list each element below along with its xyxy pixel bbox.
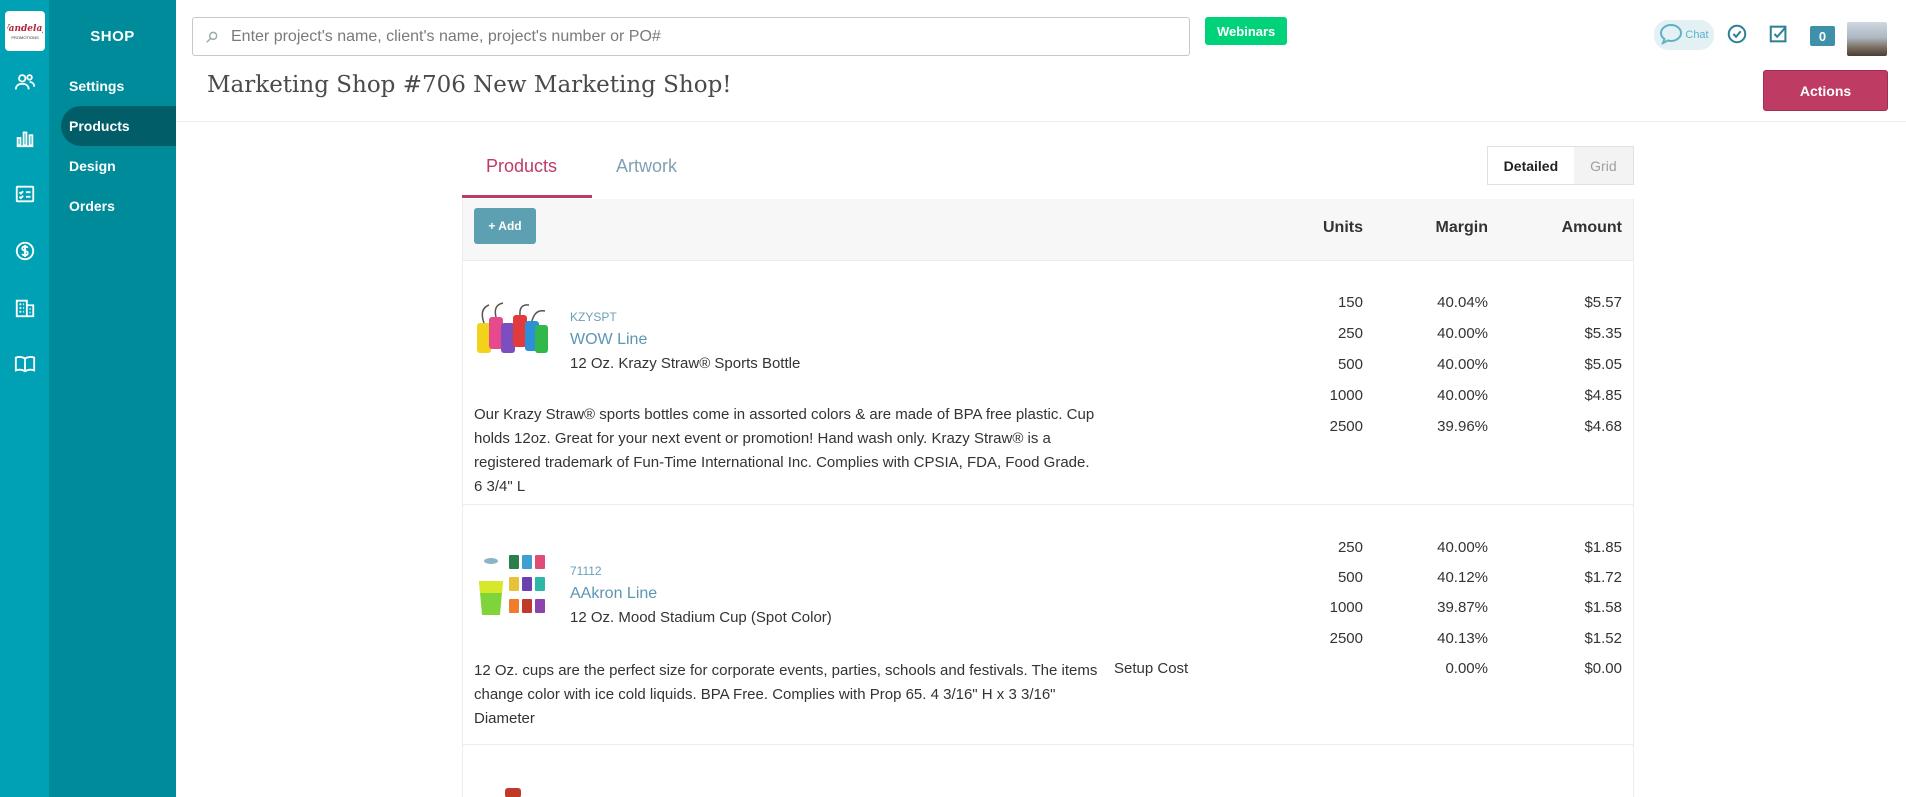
products-table: + Add Units Margin Amount KZYSPT WOW Lin…: [462, 199, 1634, 797]
price-amount: $1.58: [1584, 599, 1622, 616]
units-header: Units: [1323, 219, 1363, 236]
margin-header: Margin: [1435, 219, 1488, 236]
building-icon[interactable]: [13, 296, 37, 320]
view-toggle: Detailed Grid: [1487, 146, 1634, 185]
price-amount: $4.85: [1584, 387, 1622, 404]
price-margin: 40.00%: [1437, 539, 1488, 556]
header-divider: [176, 121, 1906, 122]
table-header: + Add Units Margin Amount: [463, 199, 1633, 261]
price-margin: 40.12%: [1437, 569, 1488, 586]
price-margin: 40.04%: [1437, 294, 1488, 311]
price-units: 2500: [1329, 418, 1363, 435]
company-logo[interactable]: Vandelay PROMOTIONS: [5, 11, 45, 51]
global-search: [192, 17, 1190, 56]
chat-label: Chat: [1685, 29, 1709, 41]
price-margin: 40.00%: [1437, 325, 1488, 342]
product-line-link[interactable]: WOW Line: [570, 331, 647, 349]
actions-button[interactable]: Actions: [1763, 70, 1888, 111]
search-input[interactable]: [231, 27, 1171, 46]
checklist-icon[interactable]: [13, 182, 37, 206]
price-units: 1000: [1329, 387, 1363, 404]
tab-products[interactable]: Products: [486, 156, 557, 177]
search-icon: [193, 30, 231, 44]
price-margin: 40.00%: [1437, 387, 1488, 404]
product-image[interactable]: [475, 785, 551, 797]
dollar-icon[interactable]: [13, 239, 37, 263]
price-units: 500: [1337, 569, 1363, 586]
webinars-button[interactable]: Webinars: [1205, 17, 1288, 45]
add-product-button[interactable]: + Add: [474, 208, 536, 244]
price-margin: 40.13%: [1437, 630, 1488, 647]
subnav-item-orders[interactable]: Orders: [61, 186, 176, 226]
bar-chart-icon[interactable]: [13, 126, 37, 150]
view-detailed-button[interactable]: Detailed: [1488, 147, 1574, 184]
price-units: 150: [1337, 294, 1363, 311]
shop-subnav: SHOP Settings Products Design Orders: [49, 0, 176, 797]
users-icon[interactable]: [13, 70, 37, 94]
chat-button[interactable]: Chat: [1654, 20, 1714, 50]
subnav-item-design[interactable]: Design: [61, 146, 176, 186]
price-amount: $5.57: [1584, 294, 1622, 311]
subnav-title: SHOP: [90, 28, 135, 45]
product-line-link[interactable]: AAkron Line: [570, 585, 657, 603]
price-amount: $4.68: [1584, 418, 1622, 435]
task-list-icon[interactable]: [1768, 23, 1790, 45]
price-margin: 39.87%: [1437, 599, 1488, 616]
price-amount: $1.72: [1584, 569, 1622, 586]
price-units: 1000: [1329, 599, 1363, 616]
amount-header: Amount: [1561, 219, 1622, 236]
price-units: 2500: [1329, 630, 1363, 647]
product-description: Our Krazy Straw® sports bottles come in …: [474, 406, 1095, 495]
svg-text:Vandelay: Vandelay: [7, 24, 43, 34]
product-description: 12 Oz. cups are the perfect size for cor…: [474, 662, 1098, 727]
subnav-item-settings[interactable]: Settings: [61, 66, 176, 106]
book-icon[interactable]: [13, 352, 37, 376]
price-amount: $5.35: [1584, 325, 1622, 342]
svg-text:PROMOTIONS: PROMOTIONS: [11, 35, 39, 40]
notification-badge[interactable]: 0: [1810, 26, 1835, 46]
product-image[interactable]: [475, 301, 551, 367]
price-units: 500: [1337, 356, 1363, 373]
setup-cost-amount: $0.00: [1584, 660, 1622, 677]
view-grid-button[interactable]: Grid: [1574, 147, 1633, 184]
tab-artwork[interactable]: Artwork: [616, 156, 677, 177]
price-units: 250: [1337, 539, 1363, 556]
price-amount: $5.05: [1584, 356, 1622, 373]
active-tab-indicator: [462, 195, 592, 198]
setup-cost-label: Setup Cost: [1114, 660, 1189, 677]
icon-rail: Vandelay PROMOTIONS: [0, 0, 49, 797]
price-amount: $1.85: [1584, 539, 1622, 556]
product-image[interactable]: [475, 553, 551, 619]
clock-check-icon[interactable]: [1726, 23, 1748, 45]
user-avatar[interactable]: [1847, 22, 1887, 56]
chat-bubble-icon: [1659, 23, 1683, 48]
price-units: 250: [1337, 325, 1363, 342]
setup-cost-margin: 0.00%: [1445, 660, 1488, 677]
table-row: [463, 745, 1633, 797]
product-sku: 71112: [570, 564, 602, 578]
product-name: 12 Oz. Mood Stadium Cup (Spot Color): [570, 609, 832, 626]
subnav-item-products[interactable]: Products: [61, 106, 176, 146]
price-amount: $1.52: [1584, 630, 1622, 647]
price-margin: 40.00%: [1437, 356, 1488, 373]
table-row: KZYSPT WOW Line 12 Oz. Krazy Straw® Spor…: [463, 261, 1633, 505]
price-margin: 39.96%: [1437, 418, 1488, 435]
table-row: 71112 AAkron Line 12 Oz. Mood Stadium Cu…: [463, 505, 1633, 745]
product-sku: KZYSPT: [570, 310, 617, 324]
page-title: Marketing Shop #706 New Marketing Shop!: [207, 72, 732, 98]
product-name: 12 Oz. Krazy Straw® Sports Bottle: [570, 355, 801, 372]
